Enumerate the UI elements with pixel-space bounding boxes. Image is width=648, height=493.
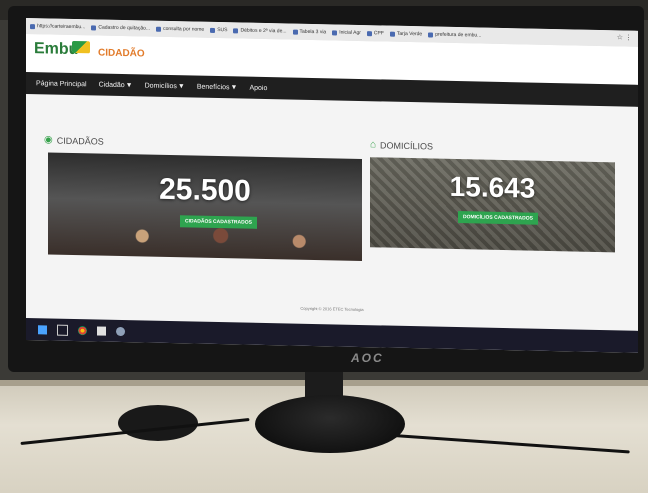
bookmark[interactable]: Tabela 3 via [292,29,326,35]
monitor-base [255,395,405,453]
bookmark[interactable]: consulta por nome [156,26,204,33]
bookmark[interactable]: SUS [210,27,227,33]
bookmark-icon [428,31,434,38]
citizens-title-text: CIDADÃOS [56,135,104,147]
file-explorer-icon[interactable] [97,325,106,336]
nav-citizen-label: Cidadão [98,81,125,89]
households-badge: DOMICÍLIOS CADASTRADOS [458,211,538,225]
citizens-section-title: ◉ CIDADÃOS [44,134,104,146]
chevron-down-icon: ▼ [230,83,238,91]
site-logo-subtitle: CIDADÃO [98,47,145,60]
bookmark[interactable]: https://carteiraembu... [30,23,85,30]
screen: https://carteiraembu... Cadastro de quit… [26,18,638,353]
bookmark[interactable]: CPF [366,30,384,36]
app-icon[interactable] [116,326,125,336]
households-section-title: ⌂ DOMICÍLIOS [370,139,433,151]
citizens-badge: CIDADÃOS CADASTRADOS [180,215,257,229]
citizens-count: 25.500 [159,172,251,208]
nav-support[interactable]: Apoio [249,84,267,91]
logo-flag-icon [72,40,90,54]
monitor-brand: AOC [351,351,384,365]
task-view-icon[interactable] [57,324,68,336]
browser-menu-icon[interactable]: ☆ ⋮ [617,33,632,41]
desk-grommet [118,405,198,441]
windows-taskbar [26,318,638,353]
bookmark-icon [292,29,298,35]
windows-start-icon[interactable] [38,324,47,334]
bookmark-icon [30,23,35,29]
chevron-down-icon: ▼ [177,82,185,90]
citizens-card[interactable]: 25.500 CIDADÃOS CADASTRADOS [48,152,362,262]
chrome-icon[interactable] [78,325,87,335]
bookmark-icon [91,24,97,30]
bookmark[interactable]: prefeitura de embu... [428,31,481,39]
monitor-bezel: AOC https://carteiraembu... Cadastro de … [8,6,644,372]
bookmark[interactable]: Tarja Verde [389,31,422,37]
nav-benefits-label: Benefícios [196,83,230,91]
nav-home[interactable]: Página Principal [36,80,87,88]
bookmark-icon [156,26,162,32]
bookmark[interactable]: Cadastro de quitação... [91,24,150,32]
households-card[interactable]: 15.643 DOMICÍLIOS CADASTRADOS [370,157,615,253]
home-icon: ⌂ [370,139,377,151]
bookmark[interactable]: Inicial Agr [332,29,361,36]
page-footer: Copyright © 2016 ETEC Tecnologia [300,305,364,313]
nav-households[interactable]: Domicílios▼ [145,82,185,90]
bookmark[interactable]: Débitos e 2ª via de... [233,27,287,34]
users-icon: ◉ [44,134,53,146]
nav-households-label: Domicílios [144,81,177,90]
bookmark-icon [233,27,239,33]
households-title-text: DOMICÍLIOS [380,139,434,152]
nav-citizen[interactable]: Cidadão▼ [99,81,133,89]
nav-benefits[interactable]: Benefícios▼ [197,83,238,91]
bookmark-icon [210,27,216,33]
bookmark-icon [389,31,395,37]
households-count: 15.643 [449,170,536,204]
bookmark-icon [366,30,372,36]
chevron-down-icon: ▼ [125,81,133,89]
bookmark-icon [332,29,338,36]
